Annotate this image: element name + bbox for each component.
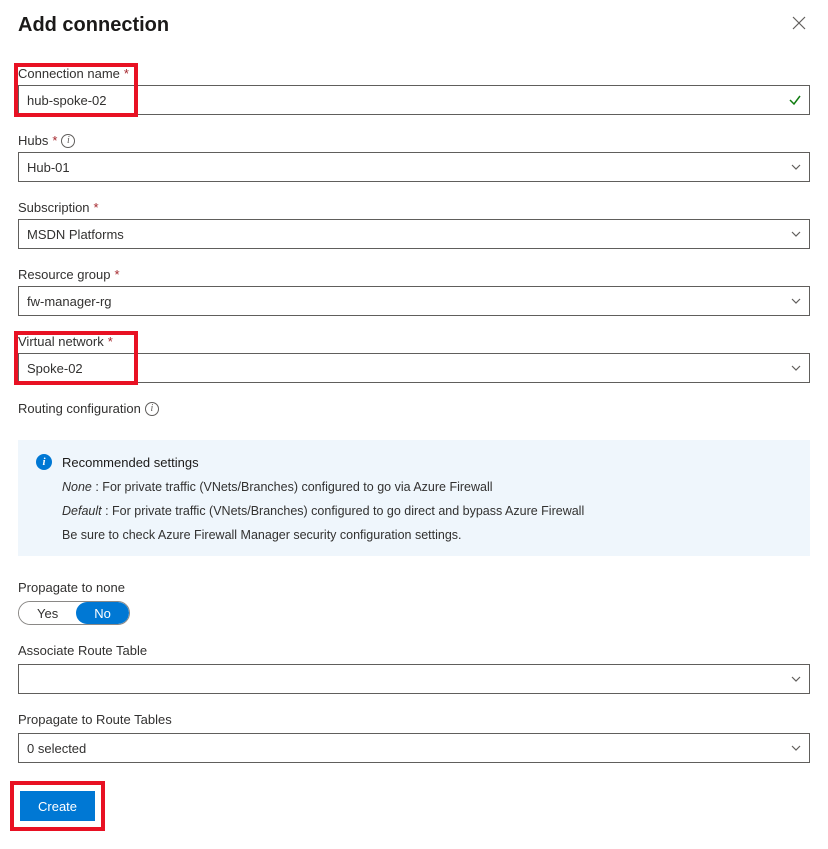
required-asterisk: * [94,200,99,215]
propagate-route-tables-wrap: 0 selected [18,733,810,763]
toggle-yes[interactable]: Yes [19,602,76,624]
callout-line-2: Default : For private traffic (VNets/Bra… [62,504,792,518]
associate-route-table-select[interactable] [18,664,810,694]
field-label-text: Connection name [18,66,120,81]
field-label-text: Subscription [18,200,90,215]
callout-line2-em: Default [62,504,102,518]
required-asterisk: * [52,133,57,148]
resource-group-select[interactable]: fw-manager-rg [18,286,810,316]
callout-title: Recommended settings [62,455,199,470]
hubs-select[interactable]: Hub-01 [18,152,810,182]
callout-line1-rest: : For private traffic (VNets/Branches) c… [92,480,493,494]
subscription-value: MSDN Platforms [27,227,124,242]
highlight-create: Create [10,781,105,831]
propagate-none-label: Propagate to none [18,580,810,595]
propagate-none-toggle-wrap: Yes No [18,601,810,625]
connection-name-label: Connection name * [18,66,810,81]
callout-line-3: Be sure to check Azure Firewall Manager … [62,528,792,542]
resource-group-value: fw-manager-rg [27,294,112,309]
required-asterisk: * [124,66,129,81]
virtual-network-label: Virtual network * [18,334,810,349]
close-icon [792,17,806,34]
associate-route-table-label: Associate Route Table [18,643,810,658]
info-icon[interactable]: i [145,402,159,416]
resource-group-wrap: fw-manager-rg [18,286,810,316]
subscription-label: Subscription * [18,200,810,215]
panel-title: Add connection [18,14,169,37]
virtual-network-wrap: Spoke-02 [18,353,810,383]
panel-header: Add connection [18,12,810,38]
info-solid-icon: i [36,454,52,470]
required-asterisk: * [108,334,113,349]
connection-name-input[interactable] [18,85,810,115]
field-label-text: Resource group [18,267,111,282]
check-icon [788,93,802,107]
subscription-wrap: MSDN Platforms [18,219,810,249]
virtual-network-value: Spoke-02 [27,361,83,376]
required-asterisk: * [115,267,120,282]
callout-line1-em: None [62,480,92,494]
propagate-none-toggle: Yes No [18,601,130,625]
hubs-wrap: Hub-01 [18,152,810,182]
subscription-select[interactable]: MSDN Platforms [18,219,810,249]
connection-name-wrap [18,85,810,115]
add-connection-panel: Add connection Connection name * Hubs * … [0,0,828,849]
routing-config-label: Routing configuration i [18,401,810,416]
routing-label-text: Routing configuration [18,401,141,416]
panel-footer: Create [10,781,810,831]
close-button[interactable] [788,12,810,38]
field-label-text: Virtual network [18,334,104,349]
hubs-label: Hubs * i [18,133,810,148]
callout-title-row: i Recommended settings [36,454,792,470]
virtual-network-select[interactable]: Spoke-02 [18,353,810,383]
hubs-value: Hub-01 [27,160,70,175]
info-icon[interactable]: i [61,134,75,148]
callout-line-1: None : For private traffic (VNets/Branch… [62,480,792,494]
callout-line2-rest: : For private traffic (VNets/Branches) c… [102,504,585,518]
toggle-no[interactable]: No [76,602,129,624]
create-button[interactable]: Create [20,791,95,821]
associate-route-table-wrap [18,664,810,694]
recommended-settings-callout: i Recommended settings None : For privat… [18,440,810,556]
propagate-route-tables-value: 0 selected [27,741,86,756]
field-label-text: Hubs [18,133,48,148]
resource-group-label: Resource group * [18,267,810,282]
propagate-route-tables-select[interactable]: 0 selected [18,733,810,763]
propagate-route-tables-label: Propagate to Route Tables [18,712,810,727]
